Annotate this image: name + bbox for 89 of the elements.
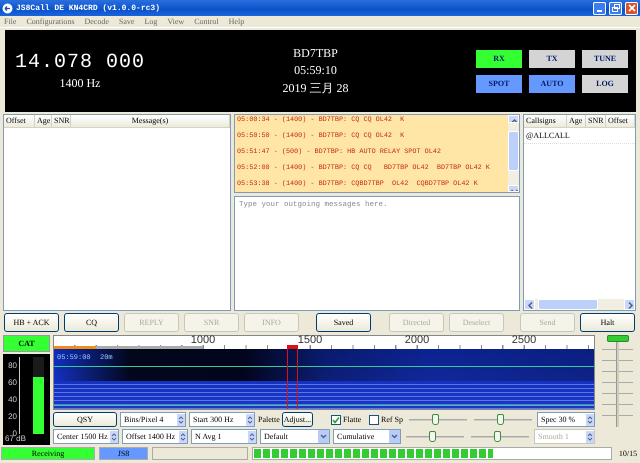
- scroll-down-icon[interactable]: [508, 184, 519, 192]
- spin-arrows-icon[interactable]: [177, 414, 185, 426]
- mode-button[interactable]: TUNE: [582, 50, 628, 68]
- vertical-scrollbar[interactable]: [508, 115, 519, 192]
- spin-box[interactable]: Bins/Pixel 4: [120, 412, 186, 427]
- spin-arrows-icon[interactable]: [248, 430, 256, 442]
- time-label: 05:59:10: [294, 62, 337, 78]
- menu-item[interactable]: File: [4, 17, 16, 26]
- mode-status: Receiving: [1, 446, 95, 460]
- column-header[interactable]: Callsigns: [524, 115, 567, 127]
- menu-item[interactable]: Save: [118, 17, 134, 26]
- checkbox[interactable]: [369, 414, 379, 424]
- mode-button[interactable]: SPOT: [476, 74, 522, 92]
- column-header[interactable]: SNR: [52, 115, 71, 127]
- column-header[interactable]: SNR: [586, 115, 606, 127]
- palette-label: Palette: [258, 415, 280, 424]
- horizontal-scrollbar[interactable]: [524, 299, 635, 310]
- slider-thumb[interactable]: [429, 431, 436, 442]
- ruler-label: 1500: [298, 335, 322, 346]
- spin-box[interactable]: N Avg 1: [191, 429, 257, 444]
- slider-thumb[interactable]: [497, 414, 504, 425]
- menu-item[interactable]: View: [167, 17, 184, 26]
- spin-box[interactable]: Spec 30 %: [537, 412, 595, 427]
- slider[interactable]: [407, 412, 469, 427]
- maximize-icon[interactable]: [612, 4, 620, 12]
- checkbox[interactable]: [331, 414, 341, 424]
- maximize-button[interactable]: [609, 2, 622, 14]
- spin-arrows-icon[interactable]: [110, 430, 118, 442]
- column-header[interactable]: Age: [567, 115, 586, 127]
- slider[interactable]: [404, 429, 466, 444]
- spin-arrows-icon[interactable]: [179, 430, 187, 442]
- column-header[interactable]: Age: [35, 115, 52, 127]
- ruler-label: 1000: [190, 335, 216, 346]
- close-icon[interactable]: [628, 4, 636, 12]
- menu-item[interactable]: Log: [144, 17, 158, 26]
- date-label: 2019 三月 28: [282, 80, 348, 96]
- close-button[interactable]: [625, 2, 638, 14]
- action-button[interactable]: HB + ACK: [4, 313, 59, 332]
- cat-indicator: CAT: [3, 335, 50, 352]
- slider[interactable]: [469, 429, 531, 444]
- action-button[interactable]: CQ: [64, 313, 119, 332]
- meter-tick-label: 20: [7, 412, 17, 421]
- app-icon: [2, 2, 13, 14]
- menu-item[interactable]: Decode: [84, 17, 109, 26]
- meter-tick-label: 80: [7, 362, 17, 370]
- action-button[interactable]: Halt: [580, 313, 635, 332]
- spin-box[interactable]: Start 300 Hz: [189, 412, 255, 427]
- slider-thumb[interactable]: [607, 335, 629, 342]
- meter-tick-label: 0: [12, 430, 17, 438]
- spin-arrows-icon[interactable]: [586, 414, 594, 426]
- spin-arrows-icon[interactable]: [246, 414, 254, 426]
- scroll-right-icon[interactable]: [624, 299, 635, 310]
- menu-item[interactable]: Control: [194, 17, 219, 26]
- slider-thumb[interactable]: [494, 431, 502, 442]
- scroll-up-icon[interactable]: [508, 115, 519, 122]
- callsign-row[interactable]: @ALLCALL: [524, 128, 635, 144]
- offset-label: 1400 Hz: [60, 76, 100, 91]
- ruler-label: 2000: [404, 335, 430, 346]
- slider[interactable]: [472, 412, 534, 427]
- dropdown[interactable]: Cumulative: [333, 429, 401, 444]
- menu-item[interactable]: Configurations: [26, 17, 74, 26]
- column-header[interactable]: Offset: [4, 115, 35, 127]
- mode-button[interactable]: RX: [476, 50, 522, 68]
- meter-tick-label: 40: [7, 396, 17, 404]
- action-button[interactable]: Saved: [316, 313, 371, 332]
- column-header[interactable]: Message(s): [71, 115, 230, 127]
- meter-tick-label: 60: [7, 378, 17, 387]
- slider-thumb[interactable]: [432, 414, 440, 425]
- mode-button[interactable]: AUTO: [529, 74, 575, 92]
- dropdown[interactable]: Default: [260, 429, 330, 444]
- callsign-label: BD7TBP: [293, 46, 338, 60]
- submode-status: JS8: [99, 446, 148, 460]
- ruler-label: 2500: [512, 335, 536, 346]
- mode-button[interactable]: TX: [529, 50, 575, 68]
- column-header[interactable]: Offset: [606, 115, 635, 127]
- mode-button[interactable]: LOG: [582, 74, 628, 92]
- scroll-left-icon[interactable]: [524, 299, 535, 310]
- offset-marker[interactable]: [287, 345, 298, 409]
- checkbox-option[interactable]: Flatte: [331, 412, 366, 427]
- progress-label: 10/15: [618, 448, 638, 460]
- adjust-button[interactable]: Adjust...: [282, 412, 314, 427]
- minimize-button[interactable]: [593, 2, 606, 14]
- checkbox-option[interactable]: Ref Sp: [369, 412, 404, 427]
- spin-box[interactable]: Offset 1400 Hz: [122, 429, 188, 444]
- spin-box[interactable]: Center 1500 Hz: [53, 429, 119, 444]
- window-title: JS8Call DE KN4CRD (v1.0.0-rc3): [16, 4, 162, 12]
- frequency-display: 14.078 000: [14, 51, 146, 74]
- qsy-button[interactable]: QSY: [53, 412, 117, 427]
- menu-item[interactable]: Help: [228, 17, 244, 26]
